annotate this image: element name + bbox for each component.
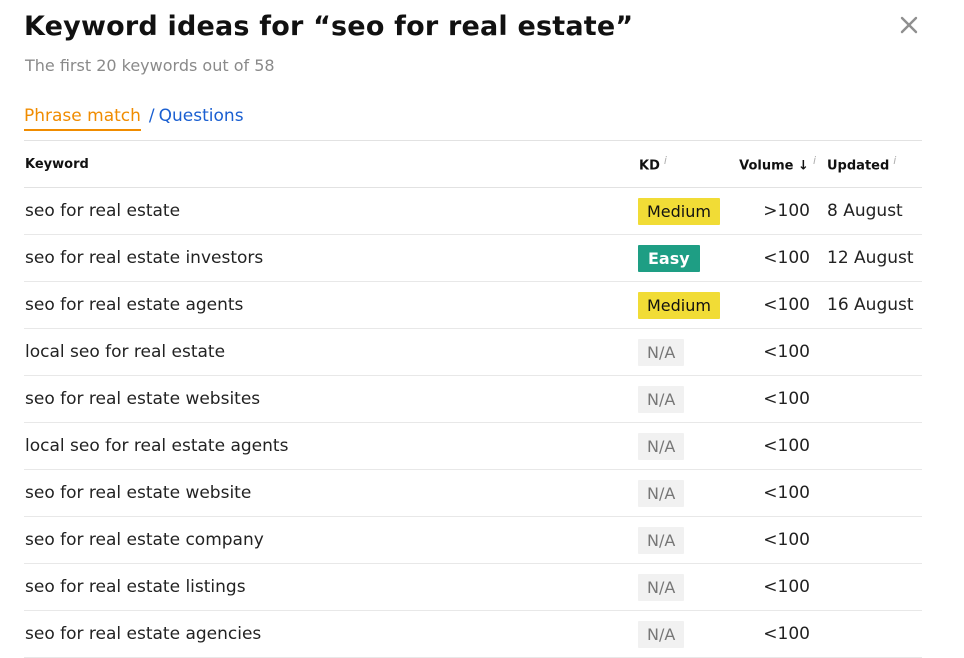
- keyword-cell: seo for real estate websites: [24, 375, 638, 423]
- kd-cell: N/A: [638, 563, 738, 611]
- volume-cell: <100: [738, 281, 822, 329]
- keyword-cell: seo for real estate company: [24, 516, 638, 564]
- kd-cell: N/A: [638, 422, 738, 470]
- kd-badge: Medium: [638, 291, 720, 319]
- table-row[interactable]: seo for real estate company N/A <100: [24, 516, 922, 564]
- table-row[interactable]: seo for real estate listings N/A <100: [24, 563, 922, 611]
- kd-badge: Medium: [638, 197, 720, 225]
- table-row[interactable]: seo for real estate investors Easy <100 …: [24, 234, 922, 282]
- kd-cell: N/A: [638, 610, 738, 658]
- table-row[interactable]: seo for real estate Medium >100 8 August: [24, 187, 922, 235]
- kd-badge: N/A: [638, 526, 685, 554]
- sort-descending-icon: ↓: [798, 158, 809, 174]
- keyword-cell: seo for real estate agents: [24, 281, 638, 329]
- kd-badge: N/A: [638, 385, 685, 413]
- updated-cell: [822, 328, 922, 376]
- tab-separator: /: [148, 106, 155, 126]
- info-icon[interactable]: i: [813, 154, 816, 167]
- keyword-cell: local seo for real estate: [24, 328, 638, 376]
- kd-badge: N/A: [638, 432, 685, 460]
- kd-badge: N/A: [638, 620, 685, 648]
- kd-cell: Medium: [638, 281, 738, 329]
- kd-cell: Medium: [638, 187, 738, 235]
- updated-cell: [822, 516, 922, 564]
- kd-cell: N/A: [638, 516, 738, 564]
- kd-cell: N/A: [638, 469, 738, 517]
- keyword-cell: local seo for real estate agents: [24, 422, 638, 470]
- close-icon[interactable]: [896, 12, 922, 38]
- table-row[interactable]: seo for real estate website N/A <100: [24, 469, 922, 517]
- keyword-table: Keyword KD i Volume ↓ i Updated i seo for r…: [24, 141, 922, 658]
- updated-cell: 16 August: [822, 281, 922, 329]
- updated-cell: 8 August: [822, 187, 922, 235]
- page-title: Keyword ideas for “seo for real estate”: [24, 11, 634, 42]
- keyword-cell: seo for real estate agencies: [24, 610, 638, 658]
- column-header-keyword[interactable]: Keyword: [24, 141, 638, 188]
- volume-cell: >100: [738, 187, 822, 235]
- volume-cell: <100: [738, 469, 822, 517]
- tab-questions[interactable]: Questions: [159, 106, 244, 126]
- table-row[interactable]: seo for real estate agents Medium <100 1…: [24, 281, 922, 329]
- volume-cell: <100: [738, 328, 822, 376]
- volume-cell: <100: [738, 422, 822, 470]
- updated-cell: [822, 610, 922, 658]
- kd-cell: Easy: [638, 234, 738, 282]
- volume-cell: <100: [738, 610, 822, 658]
- column-header-updated[interactable]: Updated i: [822, 141, 922, 188]
- page-subtitle: The first 20 keywords out of 58: [25, 56, 275, 75]
- volume-cell: <100: [738, 234, 822, 282]
- updated-cell: [822, 422, 922, 470]
- table-row[interactable]: local seo for real estate N/A <100: [24, 328, 922, 376]
- info-icon[interactable]: i: [893, 154, 896, 167]
- column-header-volume[interactable]: Volume ↓ i: [738, 141, 822, 188]
- kd-badge: N/A: [638, 479, 685, 507]
- keyword-cell: seo for real estate investors: [24, 234, 638, 282]
- updated-cell: [822, 469, 922, 517]
- kd-cell: N/A: [638, 375, 738, 423]
- updated-cell: 12 August: [822, 234, 922, 282]
- keyword-cell: seo for real estate website: [24, 469, 638, 517]
- tab-bar: Phrase match / Questions: [24, 106, 244, 131]
- volume-cell: <100: [738, 375, 822, 423]
- table-row[interactable]: local seo for real estate agents N/A <10…: [24, 422, 922, 470]
- keyword-cell: seo for real estate listings: [24, 563, 638, 611]
- kd-badge: N/A: [638, 338, 685, 366]
- tab-phrase-match[interactable]: Phrase match: [24, 106, 141, 131]
- keyword-cell: seo for real estate: [24, 187, 638, 235]
- updated-cell: [822, 563, 922, 611]
- updated-cell: [822, 375, 922, 423]
- column-header-kd[interactable]: KD i: [638, 141, 738, 188]
- table-row[interactable]: seo for real estate websites N/A <100: [24, 375, 922, 423]
- volume-cell: <100: [738, 516, 822, 564]
- info-icon[interactable]: i: [664, 154, 667, 167]
- table-row[interactable]: seo for real estate agencies N/A <100: [24, 610, 922, 658]
- table-header-row: Keyword KD i Volume ↓ i Updated i: [24, 141, 922, 188]
- kd-badge: N/A: [638, 573, 685, 601]
- kd-badge: Easy: [638, 244, 700, 272]
- kd-cell: N/A: [638, 328, 738, 376]
- volume-cell: <100: [738, 563, 822, 611]
